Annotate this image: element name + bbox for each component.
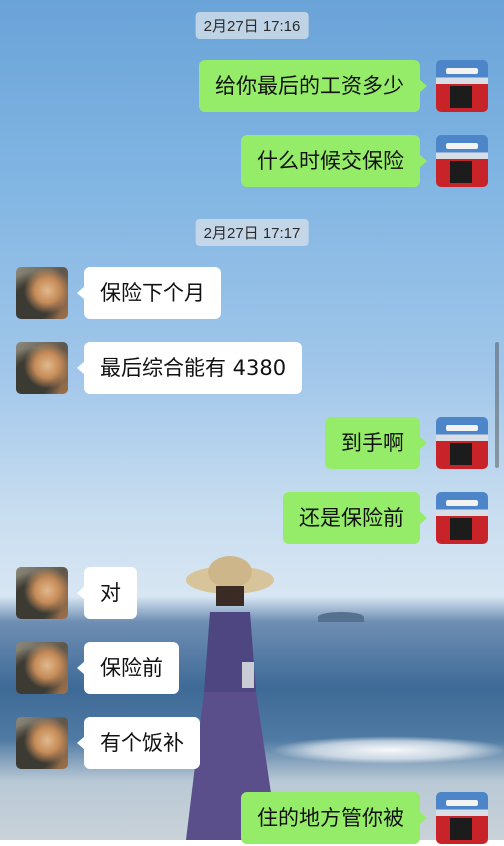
message-row-incoming: 保险前 — [0, 642, 504, 696]
bus-window-shape — [450, 443, 472, 465]
message-row-outgoing: 到手啊 — [0, 417, 504, 471]
message-bubble[interactable]: 什么时候交保险 — [241, 135, 427, 187]
my-avatar[interactable] — [436, 60, 488, 112]
message-row-incoming: 有个饭补 — [0, 717, 504, 771]
message-bubble[interactable]: 有个饭补 — [77, 717, 200, 769]
message-bubble[interactable]: 保险下个月 — [77, 267, 221, 319]
bus-sign-shape — [446, 500, 478, 506]
message-row-outgoing: 什么时候交保险 — [0, 135, 504, 189]
my-avatar[interactable] — [436, 492, 488, 544]
message-bubble[interactable]: 住的地方管你被 — [241, 792, 427, 844]
message-row-incoming: 对 — [0, 567, 504, 621]
message-bubble[interactable]: 给你最后的工资多少 — [199, 60, 427, 112]
message-bubble[interactable]: 保险前 — [77, 642, 179, 694]
message-row-incoming: 保险下个月 — [0, 267, 504, 321]
contact-avatar[interactable] — [16, 567, 68, 619]
bus-sign-shape — [446, 425, 478, 431]
contact-avatar[interactable] — [16, 342, 68, 394]
my-avatar[interactable] — [436, 417, 488, 469]
bus-sign-shape — [446, 143, 478, 149]
my-avatar[interactable] — [436, 792, 488, 844]
chat-message-list[interactable]: 2月27日 17:16 给你最后的工资多少 什么时候交保险 2月27日 17:1… — [0, 0, 504, 844]
contact-avatar[interactable] — [16, 717, 68, 769]
message-bubble[interactable]: 到手啊 — [325, 417, 427, 469]
bus-window-shape — [450, 86, 472, 108]
bus-window-shape — [450, 818, 472, 840]
bus-sign-shape — [446, 800, 478, 806]
message-bubble[interactable]: 对 — [77, 567, 137, 619]
message-bubble[interactable]: 还是保险前 — [283, 492, 427, 544]
contact-avatar[interactable] — [16, 267, 68, 319]
message-bubble[interactable]: 最后综合能有 4380 — [76, 342, 303, 394]
timestamp-chip: 2月27日 17:17 — [195, 219, 309, 246]
contact-avatar[interactable] — [16, 642, 68, 694]
scrollbar-thumb[interactable] — [495, 342, 499, 468]
bus-window-shape — [450, 518, 472, 540]
bus-window-shape — [450, 161, 472, 183]
my-avatar[interactable] — [436, 135, 488, 187]
message-row-outgoing: 给你最后的工资多少 — [0, 60, 504, 114]
timestamp-chip: 2月27日 17:16 — [195, 12, 309, 39]
message-row-outgoing: 住的地方管你被 — [0, 792, 504, 846]
message-row-incoming: 最后综合能有 4380 — [0, 342, 504, 396]
message-row-outgoing: 还是保险前 — [0, 492, 504, 546]
bus-sign-shape — [446, 68, 478, 74]
